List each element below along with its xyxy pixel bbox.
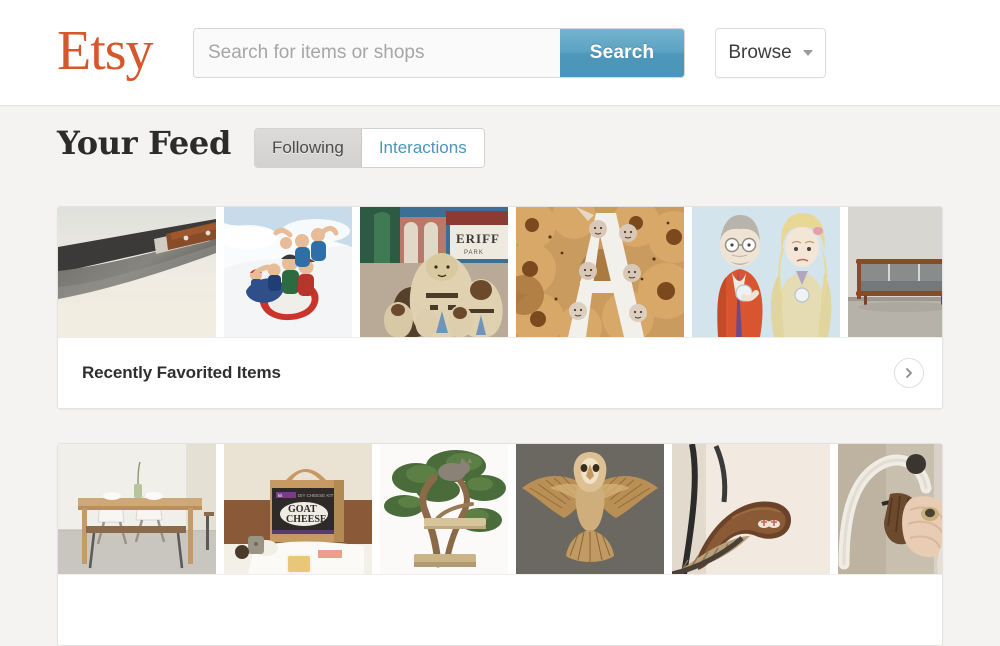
card-title: Recently Favorited Items [82, 363, 281, 382]
list-item[interactable] [672, 444, 830, 574]
feed-tab-group: Following Interactions [254, 128, 485, 168]
site-header: Etsy Search Browse [0, 0, 1000, 106]
card-second-feed-row: GOAT CHEESE kit DIY CHEESE KIT [57, 443, 943, 646]
card-recently-favorited-items: ERIFF PARK Recently Favorited Items [57, 206, 943, 409]
chevron-right-icon [906, 368, 912, 378]
svg-text:PARK: PARK [464, 250, 484, 256]
browse-label: Browse [728, 42, 792, 63]
card-footer-recently-favorited: Recently Favorited Items [58, 337, 942, 408]
svg-text:kit: kit [278, 493, 283, 498]
list-item[interactable] [516, 444, 664, 574]
list-item[interactable] [58, 207, 216, 337]
tab-following[interactable]: Following [255, 129, 362, 167]
page-title: Your Feed [57, 124, 232, 162]
tab-interactions[interactable]: Interactions [361, 129, 484, 167]
wooden-dining-table-with-bench-photo [58, 444, 216, 574]
diy-goat-cheese-making-kit-photo: GOAT CHEESE kit DIY CHEESE KIT [224, 444, 372, 574]
browse-dropdown-button[interactable]: Browse [715, 28, 826, 78]
wooden-bicycle-fender-photo [672, 444, 830, 574]
search-bar: Search [193, 28, 685, 78]
carved-wooden-barn-owl-photo [516, 444, 664, 574]
svg-text:ERIFF: ERIFF [456, 231, 500, 246]
bagels-with-face-stickers-photo [516, 207, 684, 337]
list-item[interactable] [838, 444, 942, 574]
feed-heading-row: Your Feed Following Interactions [0, 106, 1000, 188]
etsy-logo[interactable]: Etsy [57, 19, 154, 83]
bonsai-cat-tree-photo [380, 444, 508, 574]
mid-century-modern-sofa-photo [848, 207, 942, 337]
sheriff-matryoshka-nesting-dolls-photo: ERIFF PARK [360, 207, 508, 337]
list-item[interactable] [58, 444, 216, 574]
list-item[interactable]: GOAT CHEESE kit DIY CHEESE KIT [224, 444, 372, 574]
list-item[interactable] [848, 207, 942, 337]
search-button[interactable]: Search [560, 29, 684, 77]
svg-text:DIY CHEESE KIT: DIY CHEESE KIT [298, 493, 334, 498]
list-item[interactable]: ERIFF PARK [360, 207, 508, 337]
svg-text:CHEESE: CHEESE [286, 514, 327, 525]
list-item[interactable] [224, 207, 352, 337]
tile-strip-second-row: GOAT CHEESE kit DIY CHEESE KIT [58, 444, 942, 574]
search-input[interactable] [194, 29, 560, 77]
list-item[interactable] [516, 207, 684, 337]
list-item[interactable] [692, 207, 840, 337]
tile-strip-recently-favorited: ERIFF PARK [58, 207, 942, 337]
man-and-woman-portrait-illustration [692, 207, 840, 337]
card-footer-second-row [58, 574, 942, 645]
list-item[interactable] [380, 444, 508, 574]
next-arrow-button[interactable] [894, 358, 924, 388]
hand-with-ring-on-bicycle-handlebar-photo [838, 444, 942, 574]
damascus-chef-knife-photo [58, 207, 216, 337]
snow-tubing-family-illustration [224, 207, 352, 337]
chevron-down-icon [802, 50, 813, 56]
